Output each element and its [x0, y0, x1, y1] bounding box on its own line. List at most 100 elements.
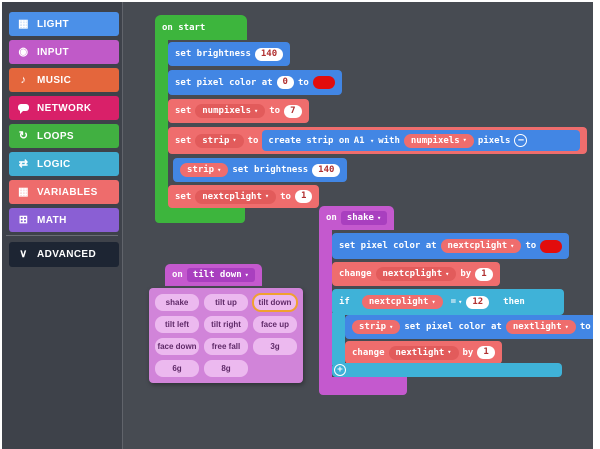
- sidebar-item-input[interactable]: ◉ INPUT: [9, 40, 119, 64]
- set-nextcplight-block[interactable]: set nextcplight ▾ to 1: [168, 185, 319, 208]
- dropdown-option-6g[interactable]: 6g: [155, 360, 199, 377]
- dropdown-option-face-down[interactable]: face down: [155, 338, 199, 355]
- sidebar-item-label: ADVANCED: [37, 249, 96, 260]
- collapse-minus-icon[interactable]: −: [514, 134, 527, 147]
- sidebar-item-label: VARIABLES: [37, 187, 98, 198]
- variable-dropdown[interactable]: nextcplight ▾: [362, 295, 443, 309]
- block-label: on: [172, 270, 183, 280]
- dropdown-option-tilt-left[interactable]: tilt left: [155, 316, 199, 333]
- comparison-operator-dropdown[interactable]: = ▾: [451, 297, 463, 307]
- variable-dropdown[interactable]: strip ▾: [352, 320, 400, 334]
- number-input[interactable]: 7: [284, 105, 301, 118]
- variable-dropdown[interactable]: nextcplight ▾: [195, 190, 276, 204]
- pin-name: A1: [354, 136, 365, 146]
- variable-dropdown[interactable]: nextlight ▾: [389, 346, 459, 360]
- chevron-down-icon: ∨: [17, 249, 30, 260]
- dropdown-arrow-icon: ▾: [445, 271, 449, 278]
- sidebar-item-loops[interactable]: ↻ LOOPS: [9, 124, 119, 148]
- number-input[interactable]: 12: [466, 296, 489, 309]
- add-condition-plus-icon[interactable]: +: [334, 364, 346, 376]
- operator-symbol: =: [451, 297, 456, 307]
- variable-dropdown[interactable]: nextcplight ▾: [441, 239, 522, 253]
- block-label: then: [503, 297, 525, 307]
- on-tilt-down-block[interactable]: on tilt down ▾: [165, 264, 262, 286]
- sidebar-item-advanced[interactable]: ∨ ADVANCED: [9, 242, 119, 267]
- sidebar-item-label: LOOPS: [37, 131, 74, 142]
- block-label: to: [248, 136, 259, 146]
- number-input[interactable]: 1: [475, 268, 492, 281]
- sidebar-item-music[interactable]: ♪ MUSIC: [9, 68, 119, 92]
- variable-name: numpixels: [202, 106, 251, 116]
- number-input[interactable]: 0: [277, 76, 294, 89]
- set-pixel-color-var-block[interactable]: set pixel color at nextcplight ▾ to: [332, 233, 569, 259]
- color-swatch[interactable]: [313, 76, 335, 89]
- dropdown-option-tilt-up[interactable]: tilt up: [204, 294, 248, 311]
- sidebar-item-logic[interactable]: ⇄ LOGIC: [9, 152, 119, 176]
- editor-screen: ▦ LIGHT ◉ INPUT ♪ MUSIC NETWORK ↻ LOOPS …: [2, 2, 593, 449]
- set-pixel-color-block[interactable]: set pixel color at 0 to: [168, 70, 342, 95]
- variable-name: nextlight: [513, 322, 562, 332]
- block-label: set: [175, 106, 191, 116]
- number-input[interactable]: 140: [312, 164, 340, 177]
- dropdown-option-8g[interactable]: 8g: [204, 360, 248, 377]
- dropdown-arrow-icon: ▾: [370, 137, 374, 145]
- event-dropdown-menu: shake tilt up tilt down tilt left tilt r…: [149, 288, 303, 383]
- create-strip-block[interactable]: create strip on A1 ▾ with numpixels ▾ pi…: [262, 130, 580, 151]
- block-label: change: [339, 269, 372, 279]
- block-label: change: [352, 348, 385, 358]
- variable-name: nextcplight: [202, 192, 262, 202]
- pin-dropdown[interactable]: A1 ▾: [354, 136, 374, 146]
- block-label: by: [460, 269, 471, 279]
- number-input[interactable]: 140: [255, 48, 283, 61]
- set-strip-block[interactable]: set strip ▾ to create strip on A1 ▾ with…: [168, 127, 587, 154]
- grid-icon: ▦: [17, 187, 30, 198]
- dropdown-arrow-icon: ▾: [245, 272, 249, 279]
- dropdown-option-3g[interactable]: 3g: [253, 338, 297, 355]
- color-swatch[interactable]: [540, 240, 562, 253]
- dropdown-option-tilt-right[interactable]: tilt right: [204, 316, 248, 333]
- strip-set-brightness-block[interactable]: strip ▾ set brightness 140: [173, 158, 347, 182]
- loop-arrow-icon: ↻: [17, 131, 30, 142]
- set-numpixels-block[interactable]: set numpixels ▾ to 7: [168, 99, 309, 123]
- sidebar-item-variables[interactable]: ▦ VARIABLES: [9, 180, 119, 204]
- variable-dropdown[interactable]: nextcplight ▾: [376, 267, 457, 281]
- variable-dropdown[interactable]: strip ▾: [195, 134, 243, 148]
- number-input[interactable]: 1: [477, 346, 494, 359]
- sidebar-item-label: INPUT: [37, 47, 69, 58]
- variable-dropdown[interactable]: strip ▾: [180, 163, 228, 177]
- block-label: pixels: [478, 136, 511, 146]
- dropdown-arrow-icon: ▾: [565, 324, 569, 331]
- if-block-header[interactable]: if nextcplight ▾ = ▾ 12 then: [332, 289, 564, 315]
- variable-dropdown[interactable]: numpixels ▾: [404, 134, 474, 148]
- dropdown-arrow-icon: ▾: [217, 167, 221, 174]
- dropdown-option-tilt-down[interactable]: tilt down: [253, 294, 297, 311]
- dropdown-option-shake[interactable]: shake: [155, 294, 199, 311]
- on-shake-foot: [319, 377, 407, 395]
- number-input[interactable]: 1: [295, 190, 312, 203]
- sidebar-item-math[interactable]: ⊞ MATH: [9, 208, 119, 232]
- variable-name: nextcplight: [383, 269, 443, 279]
- change-nextcplight-block[interactable]: change nextcplight ▾ by 1: [332, 262, 500, 286]
- block-label: set brightness: [175, 49, 251, 59]
- on-shake-block[interactable]: on shake ▾: [319, 206, 394, 230]
- event-dropdown[interactable]: tilt down ▾: [187, 268, 255, 282]
- event-dropdown[interactable]: shake ▾: [341, 211, 387, 225]
- toolbox-divider: [6, 235, 118, 236]
- on-start-block[interactable]: on start: [155, 15, 247, 40]
- variable-name: strip: [187, 165, 214, 175]
- variable-dropdown[interactable]: numpixels ▾: [195, 104, 265, 118]
- dropdown-option-free-fall[interactable]: free fall: [204, 338, 248, 355]
- block-label: to: [525, 241, 536, 251]
- set-brightness-block[interactable]: set brightness 140: [168, 42, 290, 66]
- sidebar-item-light[interactable]: ▦ LIGHT: [9, 12, 119, 36]
- calculator-icon: ⊞: [17, 215, 30, 226]
- change-nextlight-block[interactable]: change nextlight ▾ by 1: [345, 341, 502, 364]
- variable-name: nextcplight: [448, 241, 508, 251]
- strip-set-pixel-color-block[interactable]: strip ▾ set pixel color at nextlight ▾ t…: [345, 315, 593, 339]
- sidebar-item-network[interactable]: NETWORK: [9, 96, 119, 120]
- variable-dropdown[interactable]: nextlight ▾: [506, 320, 576, 334]
- block-label: to: [298, 78, 309, 88]
- dropdown-option-face-up[interactable]: face up: [253, 316, 297, 333]
- on-start-spine: [155, 38, 168, 205]
- block-label: to: [269, 106, 280, 116]
